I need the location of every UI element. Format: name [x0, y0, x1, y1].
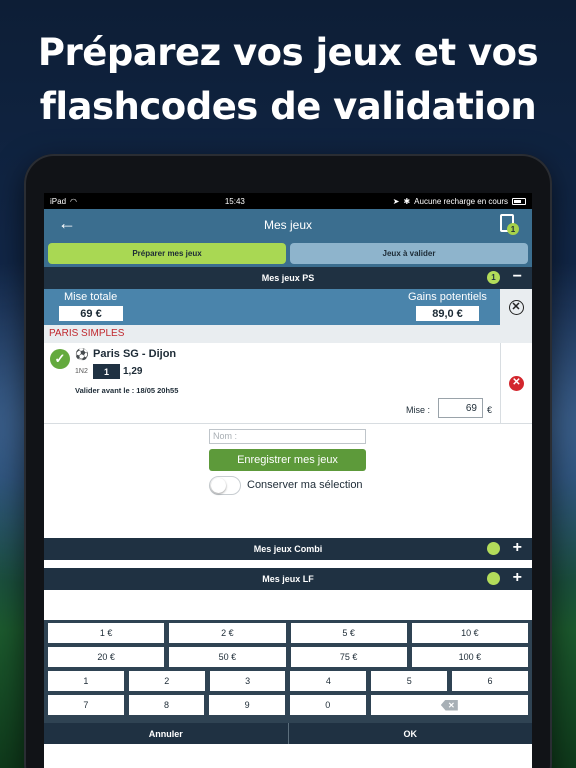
digit-key[interactable]: 2 — [128, 671, 205, 691]
document-count-badge: 1 — [507, 223, 519, 235]
app-screen: iPad ◠ 15:43 ➤ ✱ Aucune recharge en cour… — [44, 193, 532, 768]
section-mes-jeux-ps[interactable]: Mes jeux PS 1 − — [44, 267, 532, 289]
digit-key[interactable]: 8 — [128, 695, 205, 715]
keypad-actions: Annuler OK — [44, 723, 532, 744]
mise-totale-value: 69 € — [59, 306, 123, 321]
digit-key[interactable]: 6 — [452, 671, 528, 691]
category-label: PARIS SIMPLES — [44, 325, 532, 343]
digit-key[interactable]: 9 — [209, 695, 285, 715]
gains-potentiels-value: 89,0 € — [416, 306, 479, 321]
backspace-key[interactable]: ✕ — [370, 695, 528, 715]
section-title: Mes jeux PS — [261, 273, 315, 283]
mise-label: Mise : — [406, 405, 431, 415]
ps-count-badge: 1 — [487, 271, 500, 284]
amount-key[interactable]: 2 € — [169, 623, 286, 643]
register-button[interactable]: Enregistrer mes jeux — [209, 449, 366, 471]
checkmark-icon: ✓ — [50, 349, 70, 369]
lf-status-dot — [487, 572, 500, 585]
validation-deadline: Valider avant le : 18/05 20h55 — [75, 386, 179, 395]
amount-key[interactable]: 50 € — [169, 647, 286, 667]
delete-bet-button[interactable]: ✕ — [500, 343, 532, 423]
device-label: iPad — [50, 196, 67, 206]
digit-key[interactable]: 4 — [290, 671, 367, 691]
amount-key[interactable]: 100 € — [411, 647, 528, 667]
location-icon: ➤ — [392, 196, 400, 206]
gains-potentiels-label: Gains potentiels — [408, 291, 487, 303]
match-name: Paris SG - Dijon — [93, 348, 177, 360]
mise-input[interactable]: 69 — [438, 398, 483, 418]
battery-icon — [512, 197, 526, 205]
section-mes-jeux-combi[interactable]: Mes jeux Combi + — [44, 538, 532, 560]
amount-key[interactable]: 75 € — [290, 647, 407, 667]
football-icon: ⚽ — [75, 349, 89, 361]
ok-button[interactable]: OK — [287, 723, 533, 744]
bet-odds: 1,29 — [123, 366, 143, 377]
mise-totale-label: Mise totale — [64, 291, 118, 303]
bottom-area — [44, 744, 532, 756]
expand-icon[interactable]: + — [513, 539, 522, 557]
digit-key[interactable]: 3 — [209, 671, 286, 691]
headline-line-1: Préparez vos jeux et vos — [37, 31, 539, 74]
segmented-tabs: Préparer mes jeux Jeux à valider — [44, 241, 532, 267]
register-form: Nom : Enregistrer mes jeux Conserver ma … — [44, 424, 532, 538]
bet-card: ✓ ⚽ Paris SG - Dijon 1N2 1 1,29 Valider … — [44, 343, 532, 424]
status-time: 15:43 — [224, 196, 245, 206]
page-title: Mes jeux — [263, 218, 313, 232]
toggle-knob — [211, 478, 226, 493]
bet-type: 1N2 — [75, 368, 88, 375]
clear-all-button[interactable]: ✕ — [500, 289, 532, 325]
totals-bar: Mise totale 69 € Gains potentiels 89,0 €… — [44, 289, 532, 325]
expand-icon[interactable]: + — [513, 569, 522, 587]
delete-icon: ✕ — [509, 375, 524, 391]
amount-key[interactable]: 5 € — [290, 623, 407, 643]
divider — [44, 560, 532, 568]
tab-jeux-a-valider[interactable]: Jeux à valider — [290, 243, 528, 264]
close-circle-icon: ✕ — [508, 299, 524, 315]
keep-selection-toggle[interactable] — [209, 476, 241, 495]
digit-key[interactable]: 5 — [371, 671, 448, 691]
combi-status-dot — [487, 542, 500, 555]
section-title: Mes jeux Combi — [253, 544, 323, 554]
keep-selection-label: Conserver ma sélection — [247, 479, 363, 491]
status-bar: iPad ◠ 15:43 ➤ ✱ Aucune recharge en cour… — [44, 193, 532, 209]
charging-status: Aucune recharge en cours — [414, 196, 508, 206]
amount-keypad: 1 € 2 € 5 € 10 € 20 € 50 € 75 € 100 € 1 … — [44, 620, 532, 723]
digit-key[interactable]: 1 — [48, 671, 124, 691]
collapse-icon[interactable]: − — [513, 268, 522, 286]
amount-key[interactable]: 10 € — [411, 623, 528, 643]
section-mes-jeux-lf[interactable]: Mes jeux LF + — [44, 568, 532, 590]
headline: Préparez vos jeux et vos flashcodes de v… — [0, 26, 576, 134]
amount-key[interactable]: 1 € — [48, 623, 165, 643]
empty-area — [44, 590, 532, 620]
digit-key[interactable]: 7 — [48, 695, 124, 715]
currency-label: € — [487, 405, 493, 415]
amount-key[interactable]: 20 € — [48, 647, 165, 667]
digit-key[interactable]: 0 — [289, 695, 366, 715]
name-input[interactable]: Nom : — [209, 429, 366, 444]
bet-pick: 1 — [93, 364, 120, 379]
bluetooth-icon: ✱ — [403, 196, 411, 206]
back-arrow-icon[interactable]: ← — [58, 213, 76, 234]
backspace-icon: ✕ — [440, 699, 458, 711]
headline-line-2: flashcodes de validation — [39, 85, 537, 128]
cancel-button[interactable]: Annuler — [44, 723, 288, 744]
tab-preparer-mes-jeux[interactable]: Préparer mes jeux — [48, 243, 286, 264]
wifi-icon: ◠ — [70, 196, 77, 206]
section-title: Mes jeux LF — [262, 574, 314, 584]
nav-bar: ← Mes jeux 1 — [44, 209, 532, 241]
